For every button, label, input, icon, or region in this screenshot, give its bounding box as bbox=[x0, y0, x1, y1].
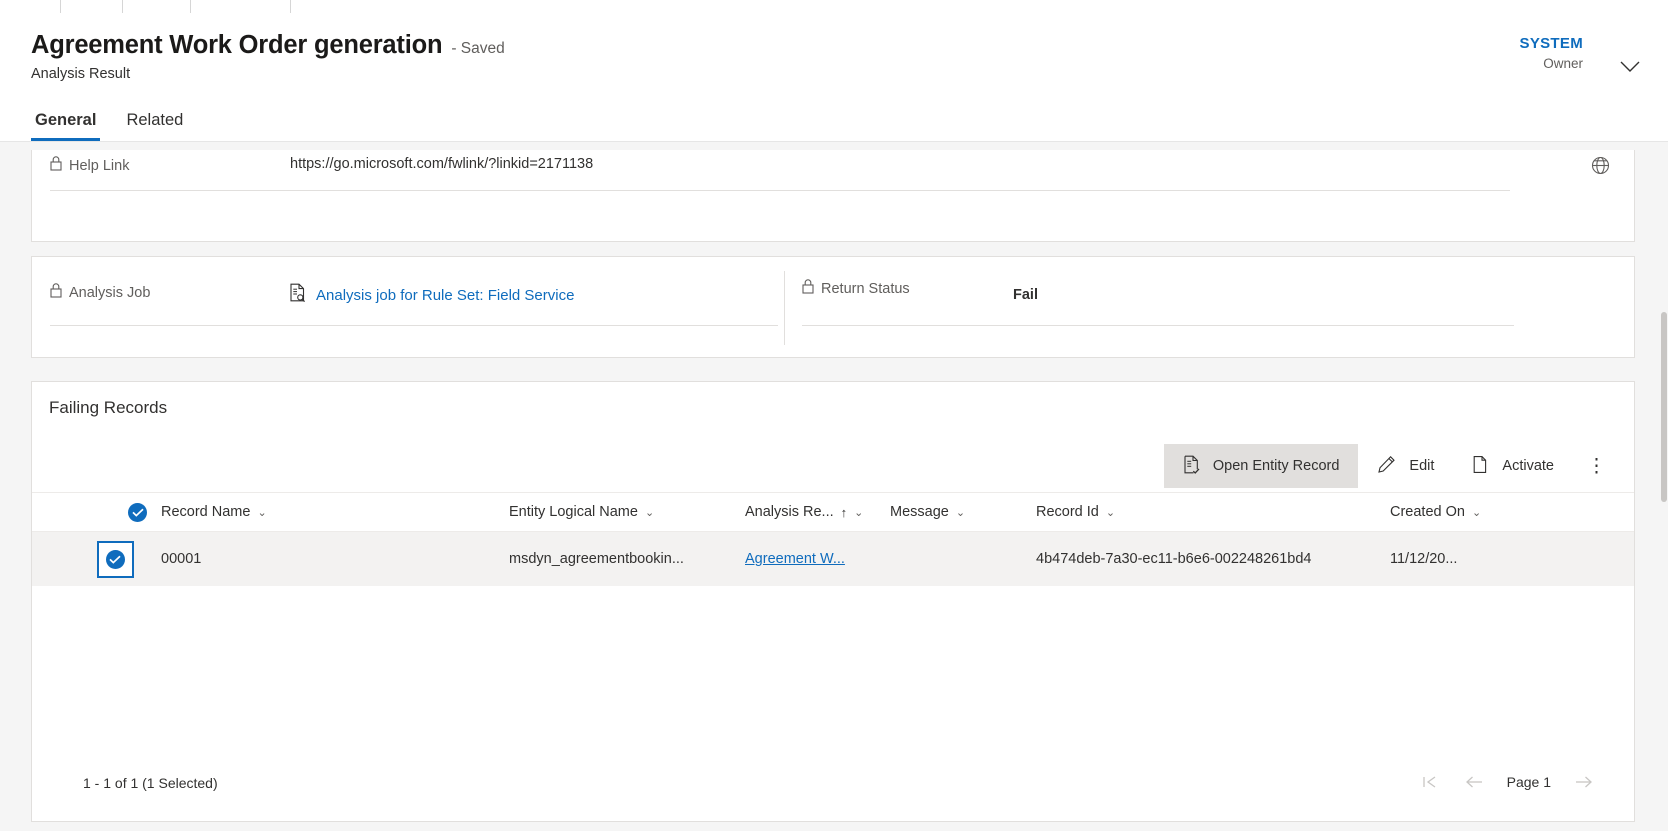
cell-created-on: 11/12/20... bbox=[1390, 551, 1458, 567]
cell-record-name: 00001 bbox=[161, 551, 202, 567]
owner-field[interactable]: SYSTEM Owner bbox=[1520, 35, 1583, 73]
lock-icon bbox=[50, 156, 62, 175]
edit-label: Edit bbox=[1409, 458, 1435, 474]
analysis-job-field: Analysis Job Analysis job for Rule Set: … bbox=[50, 283, 780, 307]
form-scrollbar[interactable] bbox=[1660, 142, 1668, 831]
tab-divider bbox=[290, 0, 291, 13]
subgrid-header-row: Record Name ⌄ Entity Logical Name ⌄ Anal… bbox=[32, 492, 1634, 532]
tab-related-label: Related bbox=[126, 111, 184, 129]
chevron-down-icon[interactable]: ⌄ bbox=[257, 506, 266, 519]
chevron-down-icon[interactable]: ⌄ bbox=[645, 506, 654, 519]
pencil-icon bbox=[1377, 455, 1396, 478]
edit-button[interactable]: Edit bbox=[1358, 444, 1453, 488]
column-header-record-name[interactable]: Record Name ⌄ bbox=[161, 493, 501, 531]
row-select-checkbox[interactable] bbox=[80, 532, 150, 586]
cell-message bbox=[890, 532, 1030, 586]
lock-icon bbox=[802, 279, 814, 298]
form-tabs: General Related bbox=[31, 111, 187, 141]
column-header-record-id-label: Record Id bbox=[1036, 504, 1099, 520]
help-link-value[interactable]: https://go.microsoft.com/fwlink/?linkid=… bbox=[290, 156, 593, 172]
help-link-label: Help Link bbox=[69, 157, 130, 174]
tab-divider bbox=[122, 0, 123, 13]
open-record-icon bbox=[1183, 455, 1200, 478]
column-header-record-id[interactable]: Record Id ⌄ bbox=[1036, 493, 1356, 531]
tab-divider bbox=[190, 0, 191, 13]
pagination-controls: Page 1 bbox=[1417, 769, 1596, 795]
return-status-label-group: Return Status bbox=[784, 279, 999, 298]
chevron-down-icon[interactable]: ⌄ bbox=[1106, 506, 1115, 519]
more-commands-button[interactable]: ⋮ bbox=[1573, 444, 1620, 488]
return-status-field: Return Status Fail bbox=[784, 279, 1514, 303]
help-link-label-group: Help Link bbox=[50, 156, 265, 175]
column-header-entity-logical-name-label: Entity Logical Name bbox=[509, 504, 638, 520]
browser-tab-strip bbox=[0, 0, 1668, 14]
checkmark-circle-icon[interactable] bbox=[128, 502, 147, 522]
column-header-message[interactable]: Message ⌄ bbox=[890, 493, 1040, 531]
lock-icon bbox=[50, 283, 62, 302]
column-header-created-on-label: Created On bbox=[1390, 504, 1465, 520]
tab-related[interactable]: Related bbox=[122, 111, 187, 141]
analysis-job-link[interactable]: Analysis job for Rule Set: Field Service bbox=[316, 287, 574, 304]
chevron-down-icon[interactable] bbox=[1616, 53, 1644, 81]
checkmark-circle-icon bbox=[105, 549, 125, 569]
open-entity-record-button[interactable]: Open Entity Record bbox=[1163, 444, 1359, 488]
arrow-right-icon[interactable] bbox=[1570, 769, 1596, 795]
help-link-field: Help Link https://go.microsoft.com/fwlin… bbox=[50, 156, 1510, 175]
overflow-dots-icon: ⋮ bbox=[1587, 455, 1606, 477]
help-link-section: Help Link https://go.microsoft.com/fwlin… bbox=[31, 150, 1635, 242]
help-link-underline bbox=[50, 190, 1510, 191]
column-header-analysis-result-label: Analysis Re... bbox=[745, 504, 834, 520]
document-search-icon bbox=[289, 283, 306, 307]
save-state-label: - Saved bbox=[451, 40, 505, 57]
tab-divider bbox=[60, 0, 61, 13]
sort-ascending-icon: ↑ bbox=[840, 504, 848, 520]
cell-analysis-result[interactable]: Agreement W... bbox=[745, 532, 895, 586]
tab-general-label: General bbox=[35, 111, 97, 129]
analysis-job-underline bbox=[50, 325, 778, 326]
analysis-result-link[interactable]: Agreement W... bbox=[745, 551, 845, 567]
owner-role-label: Owner bbox=[1543, 55, 1583, 71]
entity-name-label: Analysis Result bbox=[31, 66, 131, 82]
return-status-underline bbox=[802, 325, 1514, 326]
analysis-job-label: Analysis Job bbox=[69, 284, 151, 301]
form-header: Agreement Work Order generation - Saved … bbox=[0, 13, 1668, 141]
column-header-analysis-result[interactable]: Analysis Re... ↑ ⌄ bbox=[745, 493, 905, 531]
column-header-record-name-label: Record Name bbox=[161, 504, 251, 520]
failing-records-section: Failing Records Open Entity Record Edit … bbox=[31, 381, 1635, 822]
analysis-job-section: Analysis Job Analysis job for Rule Set: … bbox=[31, 256, 1635, 358]
page-copy-icon bbox=[1472, 455, 1489, 478]
subgrid-command-bar: Open Entity Record Edit Activate ⋮ bbox=[1163, 444, 1620, 488]
column-header-entity-logical-name[interactable]: Entity Logical Name ⌄ bbox=[509, 493, 759, 531]
page-title: Agreement Work Order generation bbox=[31, 31, 443, 59]
return-status-label: Return Status bbox=[821, 280, 910, 297]
open-entity-record-label: Open Entity Record bbox=[1212, 458, 1340, 474]
cell-entity-logical-name: msdyn_agreementbookin... bbox=[509, 551, 684, 567]
chevron-down-icon[interactable]: ⌄ bbox=[1472, 506, 1481, 519]
subgrid-title: Failing Records bbox=[49, 398, 168, 417]
tab-general[interactable]: General bbox=[31, 111, 101, 141]
cell-record-id: 4b474deb-7a30-ec11-b6e6-002248261bd4 bbox=[1036, 551, 1312, 567]
record-count-label: 1 - 1 of 1 (1 Selected) bbox=[83, 775, 218, 791]
return-status-value: Fail bbox=[1013, 287, 1038, 303]
subgrid-footer: 1 - 1 of 1 (1 Selected) Page 1 bbox=[32, 755, 1634, 821]
analysis-job-value-group[interactable]: Analysis job for Rule Set: Field Service bbox=[289, 283, 574, 307]
page-number-label: Page 1 bbox=[1506, 774, 1551, 790]
form-body: Help Link https://go.microsoft.com/fwlin… bbox=[0, 142, 1668, 831]
checkbox-checked-icon[interactable] bbox=[96, 540, 134, 578]
analysis-job-label-group: Analysis Job bbox=[50, 283, 265, 302]
arrow-left-icon[interactable] bbox=[1462, 769, 1488, 795]
activate-button[interactable]: Activate bbox=[1453, 444, 1573, 488]
owner-name[interactable]: SYSTEM bbox=[1520, 35, 1583, 54]
scrollbar-thumb[interactable] bbox=[1661, 312, 1667, 502]
column-header-message-label: Message bbox=[890, 504, 949, 520]
title-row: Agreement Work Order generation - Saved bbox=[31, 31, 505, 60]
chevron-down-icon[interactable]: ⌄ bbox=[956, 506, 965, 519]
column-header-created-on[interactable]: Created On ⌄ bbox=[1390, 493, 1590, 531]
table-row[interactable]: 00001 msdyn_agreementbookin... Agreement… bbox=[32, 532, 1634, 586]
first-page-icon[interactable] bbox=[1417, 769, 1443, 795]
activate-label: Activate bbox=[1502, 458, 1554, 474]
chevron-down-icon[interactable]: ⌄ bbox=[854, 506, 863, 519]
globe-icon[interactable] bbox=[1591, 156, 1610, 180]
